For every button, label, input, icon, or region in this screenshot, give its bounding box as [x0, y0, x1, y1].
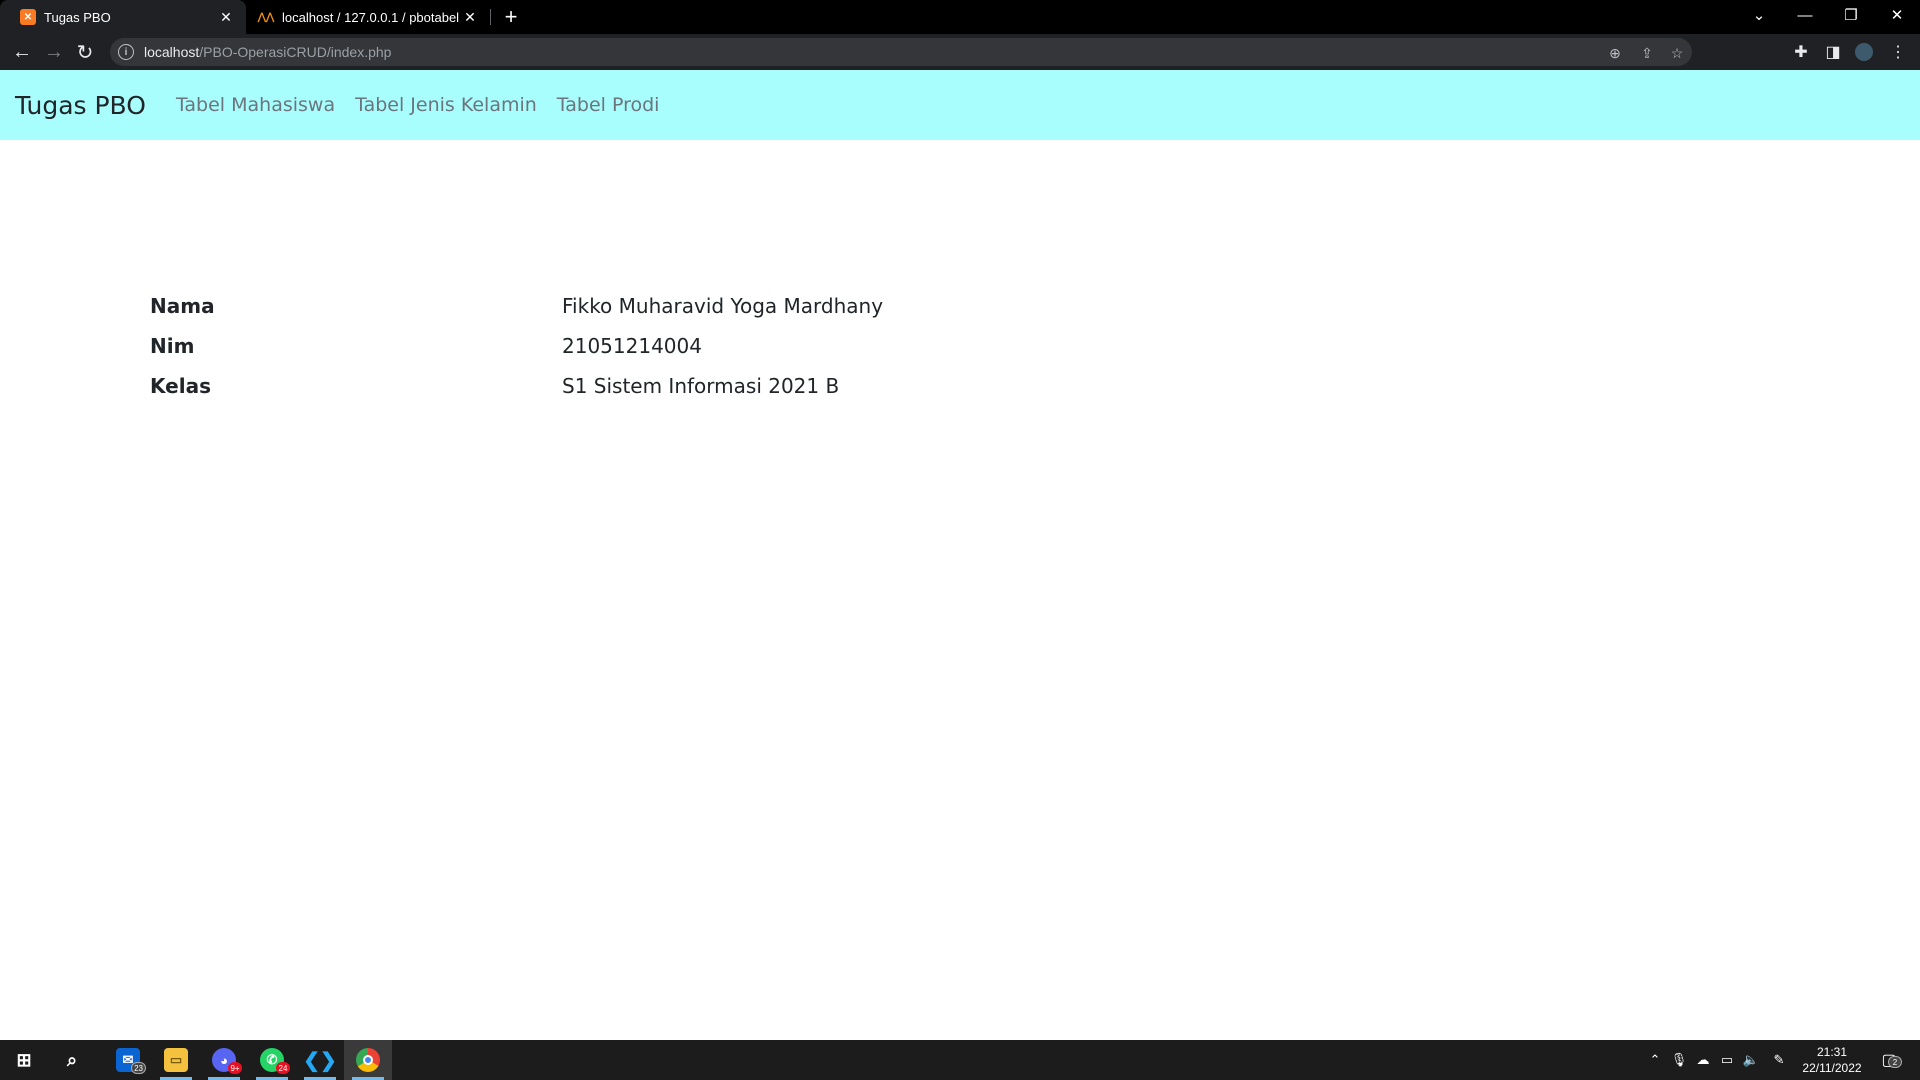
address-bar[interactable]: i localhost /PBO-OperasiCRUD/index.php ⊕… — [110, 38, 1692, 66]
app-badge: 23 — [131, 1062, 146, 1074]
windows-logo-icon: ⊞ — [16, 1049, 32, 1070]
nav-links: Tabel Mahasiswa Tabel Jenis Kelamin Tabe… — [166, 94, 670, 116]
app-badge: 24 — [276, 1062, 290, 1074]
tab-separator — [490, 9, 491, 25]
extensions-icon[interactable]: ✚ — [1791, 42, 1811, 62]
profile-label: Nim — [150, 334, 195, 358]
onedrive-icon[interactable]: ☁ — [1694, 1051, 1712, 1069]
profile-value: 21051214004 — [562, 334, 702, 358]
browser-tab-strip: ✕ Tugas PBO ✕ ⋀⋀ localhost / 127.0.0.1 /… — [0, 0, 1920, 34]
profile-table: Nama Fikko Muharavid Yoga Mardhany Nim 2… — [138, 286, 895, 406]
forward-button[interactable]: → — [40, 38, 68, 66]
tab-phpmyadmin[interactable]: ⋀⋀ localhost / 127.0.0.1 / pbotabel / ✕ — [250, 0, 490, 34]
tab-search-icon[interactable]: ⌄ — [1736, 0, 1782, 30]
vscode-icon: ❮❯ — [303, 1049, 337, 1072]
taskbar-app-file-explorer[interactable]: ▭ — [152, 1040, 200, 1080]
profile-label: Kelas — [150, 374, 211, 398]
minimize-button[interactable]: — — [1782, 0, 1828, 30]
navbar-brand[interactable]: Tugas PBO — [15, 91, 146, 120]
tab-tugas-pbo[interactable]: ✕ Tugas PBO ✕ — [0, 0, 246, 34]
notification-count: 2 — [1888, 1056, 1902, 1068]
windows-taskbar: ⊞ ⌕ ✉ 23 ▭ ◕ 9+ ✆ 24 ❮❯ ⌃ 🎙 ☁ ▭ 🔈 ✎ 21:3… — [0, 1040, 1920, 1080]
site-info-icon[interactable]: i — [118, 44, 134, 60]
url-path: /PBO-OperasiCRUD/index.php — [199, 44, 392, 60]
browser-toolbar: ← → ↻ i localhost /PBO-OperasiCRUD/index… — [0, 34, 1920, 70]
system-clock[interactable]: 21:31 22/11/2022 — [1792, 1044, 1872, 1076]
volume-icon[interactable]: 🔈 — [1742, 1051, 1760, 1069]
close-window-button[interactable]: ✕ — [1874, 0, 1920, 30]
share-icon[interactable]: ⇪ — [1638, 44, 1656, 62]
reload-button[interactable]: ↻ — [71, 38, 99, 66]
network-icon[interactable]: ▭ — [1718, 1051, 1736, 1069]
site-navbar: Tugas PBO Tabel Mahasiswa Tabel Jenis Ke… — [0, 70, 1920, 140]
table-row: Kelas S1 Sistem Informasi 2021 B — [138, 366, 895, 406]
profile-label: Nama — [150, 294, 215, 318]
taskbar-app-whatsapp[interactable]: ✆ 24 — [248, 1040, 296, 1080]
new-tab-button[interactable]: + — [498, 4, 524, 30]
tab-title: Tugas PBO — [44, 9, 111, 25]
profile-avatar[interactable] — [1855, 43, 1873, 61]
table-row: Nama Fikko Muharavid Yoga Mardhany — [138, 286, 895, 326]
web-page: Tugas PBO Tabel Mahasiswa Tabel Jenis Ke… — [0, 70, 1920, 1040]
search-button[interactable]: ⌕ — [48, 1040, 96, 1080]
table-row: Nim 21051214004 — [138, 326, 895, 366]
back-button[interactable]: ← — [8, 38, 36, 66]
chevron-up-icon[interactable]: ⌃ — [1646, 1051, 1664, 1069]
profile-value: Fikko Muharavid Yoga Mardhany — [562, 294, 884, 318]
profile-value: S1 Sistem Informasi 2021 B — [562, 374, 840, 398]
restore-button[interactable]: ❐ — [1828, 0, 1874, 30]
clock-time: 21:31 — [1816, 1045, 1848, 1059]
close-tab-icon[interactable]: ✕ — [218, 9, 234, 25]
search-icon: ⌕ — [66, 1049, 78, 1070]
start-button[interactable]: ⊞ — [0, 1040, 48, 1080]
nav-link-tabel-prodi[interactable]: Tabel Prodi — [557, 94, 660, 116]
pen-icon[interactable]: ✎ — [1770, 1051, 1788, 1069]
side-panel-icon[interactable]: ◨ — [1823, 42, 1843, 62]
url-host: localhost — [144, 44, 200, 60]
microphone-icon[interactable]: 🎙 — [1670, 1051, 1688, 1069]
taskbar-app-mail[interactable]: ✉ 23 — [104, 1040, 152, 1080]
nav-link-tabel-jenis-kelamin[interactable]: Tabel Jenis Kelamin — [355, 94, 537, 116]
zoom-icon[interactable]: ⊕ — [1606, 44, 1624, 62]
nav-link-tabel-mahasiswa[interactable]: Tabel Mahasiswa — [176, 94, 335, 116]
taskbar-app-chrome[interactable] — [344, 1040, 392, 1080]
folder-icon: ▭ — [164, 1048, 188, 1072]
taskbar-app-vscode[interactable]: ❮❯ — [296, 1040, 344, 1080]
phpmyadmin-icon: ⋀⋀ — [257, 11, 275, 23]
chrome-icon — [356, 1048, 380, 1072]
close-tab-icon[interactable]: ✕ — [462, 9, 478, 25]
bookmark-star-icon[interactable]: ☆ — [1668, 44, 1686, 62]
clock-date: 22/11/2022 — [1802, 1061, 1862, 1075]
tab-title: localhost / 127.0.0.1 / pbotabel / — [282, 9, 462, 25]
app-badge: 9+ — [228, 1062, 242, 1074]
xampp-icon: ✕ — [20, 9, 36, 25]
taskbar-app-discord[interactable]: ◕ 9+ — [200, 1040, 248, 1080]
notification-center-button[interactable]: ▢ 2 — [1876, 1048, 1902, 1072]
menu-dots-icon[interactable]: ⋮ — [1888, 42, 1908, 62]
